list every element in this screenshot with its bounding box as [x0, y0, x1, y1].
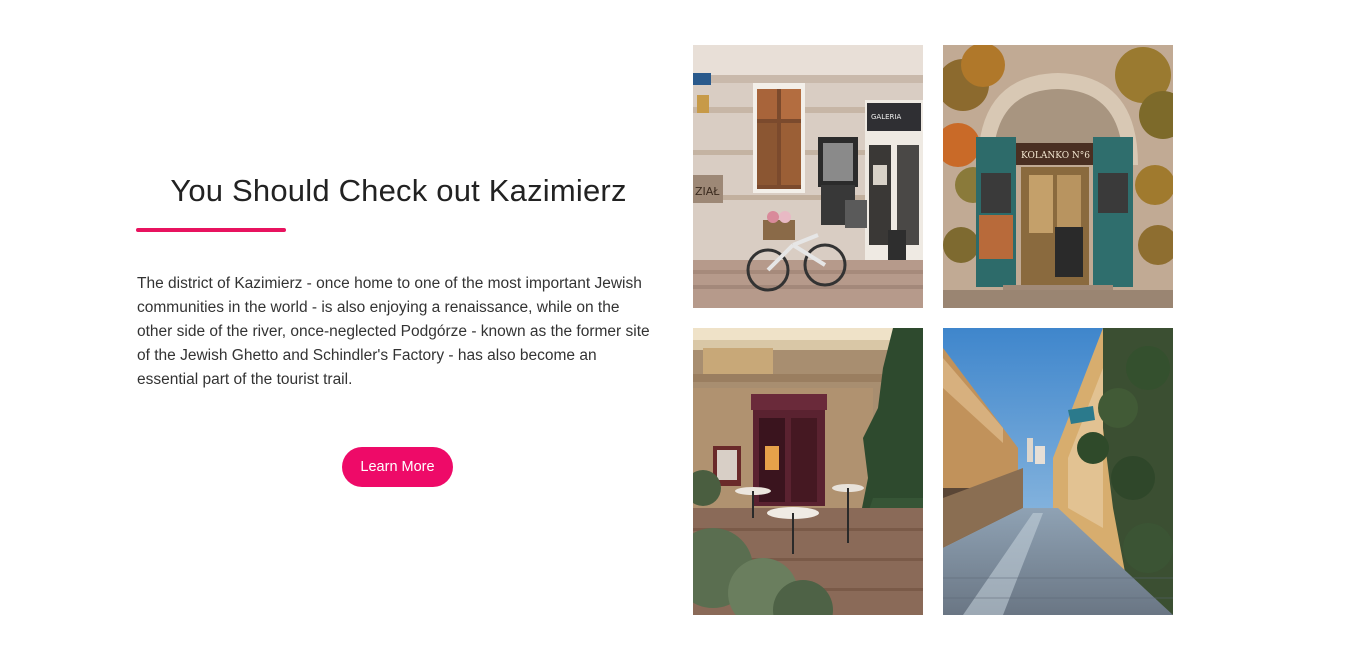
section-description: The district of Kazimierz - once home to…	[137, 275, 650, 388]
ział-tag: ZIAŁ	[695, 185, 720, 198]
galeria-sign: GALERIA	[871, 113, 901, 121]
page: You Should Check out Kazimierz The distr…	[0, 0, 1366, 657]
section-title: You Should Check out Kazimierz	[170, 173, 627, 208]
title-underline	[136, 228, 286, 232]
learn-more-button[interactable]: Learn More	[342, 447, 453, 487]
photo-courtyard-cafe	[693, 328, 923, 615]
kolanko-sign: KOLANKO N°6	[1021, 151, 1090, 161]
photo-kolanko-doorway: KOLANKO N°6	[943, 45, 1173, 308]
photo-wet-street	[943, 328, 1173, 615]
photo-storefront-bicycle: GALERIA ZIAŁ	[693, 45, 923, 308]
